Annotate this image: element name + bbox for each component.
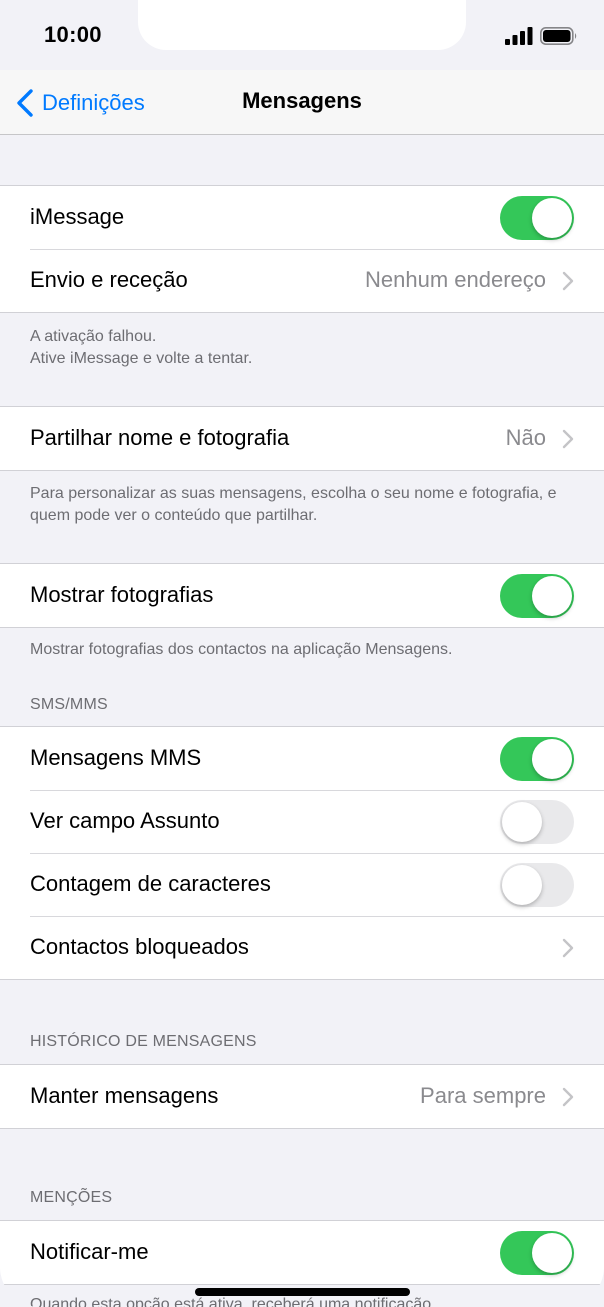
navigation-bar: Definições Mensagens: [0, 70, 604, 135]
chevron-right-icon: [562, 938, 574, 958]
photos-group: Mostrar fotografias: [0, 563, 604, 628]
toggle-knob: [532, 739, 572, 779]
sms-group: Mensagens MMS Ver campo Assunto Contagem…: [0, 726, 604, 980]
send-receive-label: Envio e receção: [30, 267, 188, 292]
page-title: Mensagens: [242, 88, 362, 113]
char-count-row: Contagem de caracteres: [0, 853, 604, 916]
blocked-contacts-label: Contactos bloqueados: [30, 934, 249, 959]
mms-row: Mensagens MMS: [0, 727, 604, 790]
notify-me-row: Notificar-me: [0, 1221, 604, 1284]
share-name-photo-value: Não: [505, 425, 546, 450]
char-count-toggle[interactable]: [500, 863, 574, 907]
mentions-section-header: MENÇÕES: [30, 1189, 113, 1206]
photos-note: Mostrar fotografias dos contactos na apl…: [30, 641, 453, 658]
toggle-knob: [502, 865, 542, 905]
phone-screen: 10:00 Definições Mensagens iMessage Envi…: [0, 0, 604, 1307]
status-bar: 10:00: [0, 0, 604, 70]
status-time: 10:00: [44, 22, 102, 47]
battery-icon: [540, 27, 577, 45]
share-note: Para personalizar as suas mensagens, esc…: [30, 485, 557, 524]
notify-me-toggle[interactable]: [500, 1231, 574, 1275]
toggle-knob: [532, 1233, 572, 1273]
activation-note-line1: A ativação falhou.: [30, 328, 157, 345]
activation-note-line2: Ative iMessage e volte a tentar.: [30, 350, 253, 367]
keep-messages-label: Manter mensagens: [30, 1083, 219, 1108]
show-photos-toggle[interactable]: [500, 574, 574, 618]
send-receive-value: Nenhum endereço: [364, 267, 546, 292]
notify-me-label: Notificar-me: [30, 1239, 149, 1264]
show-photos-label: Mostrar fotografias: [30, 582, 214, 607]
toggle-knob: [532, 198, 572, 238]
imessage-row: iMessage: [0, 186, 604, 249]
char-count-label: Contagem de caracteres: [30, 871, 271, 896]
chevron-right-icon: [562, 1087, 574, 1107]
imessage-label: iMessage: [30, 204, 125, 229]
show-photos-row: Mostrar fotografias: [0, 564, 604, 627]
subject-row: Ver campo Assunto: [0, 790, 604, 853]
keep-messages-value: Para sempre: [420, 1083, 546, 1108]
mentions-group: Notificar-me: [0, 1220, 604, 1285]
share-group: Partilhar nome e fotografia Não: [0, 406, 604, 471]
share-name-photo-label: Partilhar nome e fotografia: [30, 425, 290, 450]
notch: [138, 0, 466, 50]
imessage-toggle[interactable]: [500, 196, 574, 240]
chevron-right-icon: [562, 429, 574, 449]
share-name-photo-row[interactable]: Partilhar nome e fotografia Não: [0, 407, 604, 470]
mms-toggle[interactable]: [500, 737, 574, 781]
activation-note: A ativação falhou. Ative iMessage e volt…: [30, 326, 578, 370]
send-receive-row[interactable]: Envio e receção Nenhum endereço: [0, 249, 604, 312]
keep-messages-row[interactable]: Manter mensagens Para sempre: [0, 1065, 604, 1128]
sms-section-header: SMS/MMS: [30, 696, 108, 713]
history-group: Manter mensagens Para sempre: [0, 1064, 604, 1129]
imessage-group: iMessage Envio e receção Nenhum endereço: [0, 185, 604, 313]
cellular-signal-icon: [505, 27, 533, 45]
toggle-knob: [502, 802, 542, 842]
blocked-contacts-row[interactable]: Contactos bloqueados: [0, 916, 604, 979]
subject-toggle[interactable]: [500, 800, 574, 844]
chevron-right-icon: [562, 271, 574, 291]
history-section-header: HISTÓRICO DE MENSAGENS: [30, 1033, 257, 1050]
home-indicator[interactable]: [195, 1288, 410, 1296]
subject-label: Ver campo Assunto: [30, 808, 220, 833]
mms-label: Mensagens MMS: [30, 745, 202, 770]
toggle-knob: [532, 576, 572, 616]
